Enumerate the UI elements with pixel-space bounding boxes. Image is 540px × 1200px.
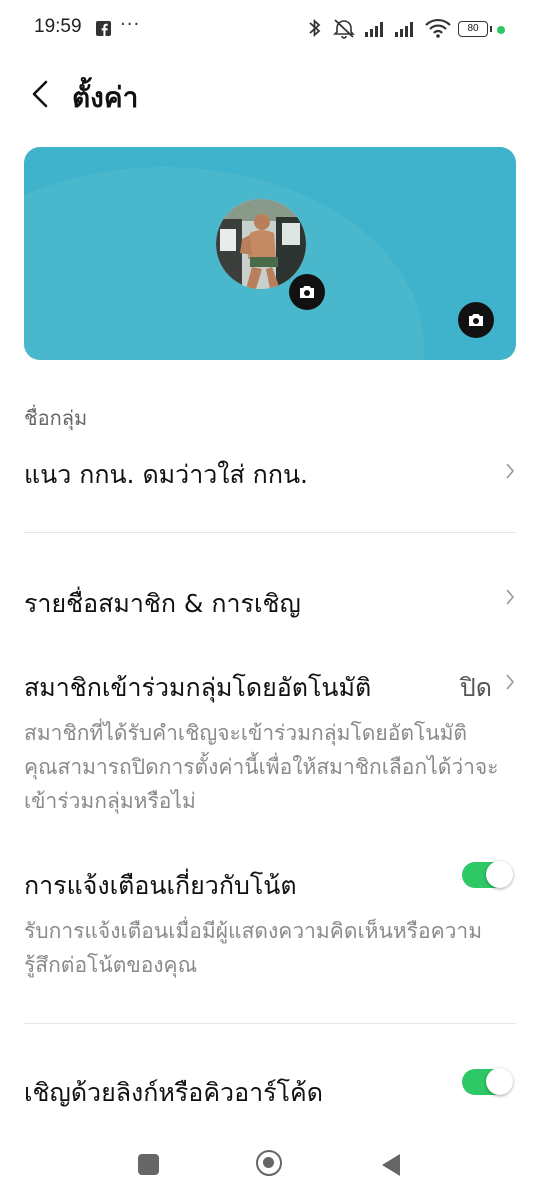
toggle-knob (486, 861, 513, 888)
camera-icon (300, 286, 314, 298)
facebook-icon (96, 21, 111, 36)
chevron-left-icon (32, 80, 48, 108)
auto-join-title: สมาชิกเข้าร่วมกลุ่มโดยอัตโนมัติ (24, 673, 372, 702)
chevron-right-icon (506, 589, 515, 605)
settings-screen: 19:59 ··· 80 ตั้งค่า ชื่อกลุ่ม แนว กกน. … (0, 0, 540, 1200)
bluetooth-icon (309, 18, 321, 38)
system-nav-bar (0, 1128, 540, 1200)
privacy-indicator-dot (497, 26, 505, 34)
status-icons: 80 (308, 17, 518, 43)
auto-join-value: ปิด (459, 673, 492, 702)
note-notification-title: การแจ้งเตือนเกี่ยวกับโน้ต (24, 871, 297, 900)
group-name-label: ชื่อกลุ่ม (24, 406, 88, 430)
auto-join-description: สมาชิกที่ได้รับคำเชิญจะเข้าร่วมกลุ่มโดยอ… (24, 721, 499, 813)
group-name-value: แนว กกน. ดมว่าวใส่ กกน. (24, 460, 308, 489)
status-time: 19:59 (34, 16, 82, 37)
divider (24, 1023, 516, 1024)
back-button[interactable] (22, 72, 62, 116)
change-avatar-button[interactable] (289, 274, 325, 310)
members-invitations-title: รายชื่อสมาชิก & การเชิญ (24, 589, 301, 618)
avatar-photo (216, 199, 306, 289)
invite-link-toggle[interactable] (462, 1068, 513, 1095)
group-avatar[interactable] (216, 199, 306, 289)
recent-apps-button[interactable] (138, 1154, 159, 1175)
camera-icon (469, 314, 483, 326)
note-notification-toggle[interactable] (462, 861, 513, 888)
mute-icon (333, 19, 355, 39)
invite-link-title: เชิญด้วยลิงก์หรือคิวอาร์โค้ด (24, 1078, 323, 1107)
note-notification-description: รับการแจ้งเตือนเมื่อมีผู้แสดงความคิดเห็น… (24, 919, 483, 977)
chevron-right-icon (506, 463, 515, 479)
chevron-right-icon (506, 674, 515, 690)
signal-icon (365, 22, 383, 37)
toggle-knob (486, 1068, 513, 1095)
back-triangle-icon[interactable] (380, 1152, 402, 1178)
change-cover-button[interactable] (458, 302, 494, 338)
divider (24, 532, 516, 533)
signal-icon (395, 22, 413, 37)
home-button[interactable] (256, 1150, 282, 1176)
more-notifications-icon: ··· (120, 14, 141, 35)
wifi-icon (425, 18, 451, 38)
battery-icon: 80 (458, 21, 492, 37)
status-bar: 19:59 ··· 80 (0, 0, 540, 60)
page-title: ตั้งค่า (72, 81, 139, 114)
